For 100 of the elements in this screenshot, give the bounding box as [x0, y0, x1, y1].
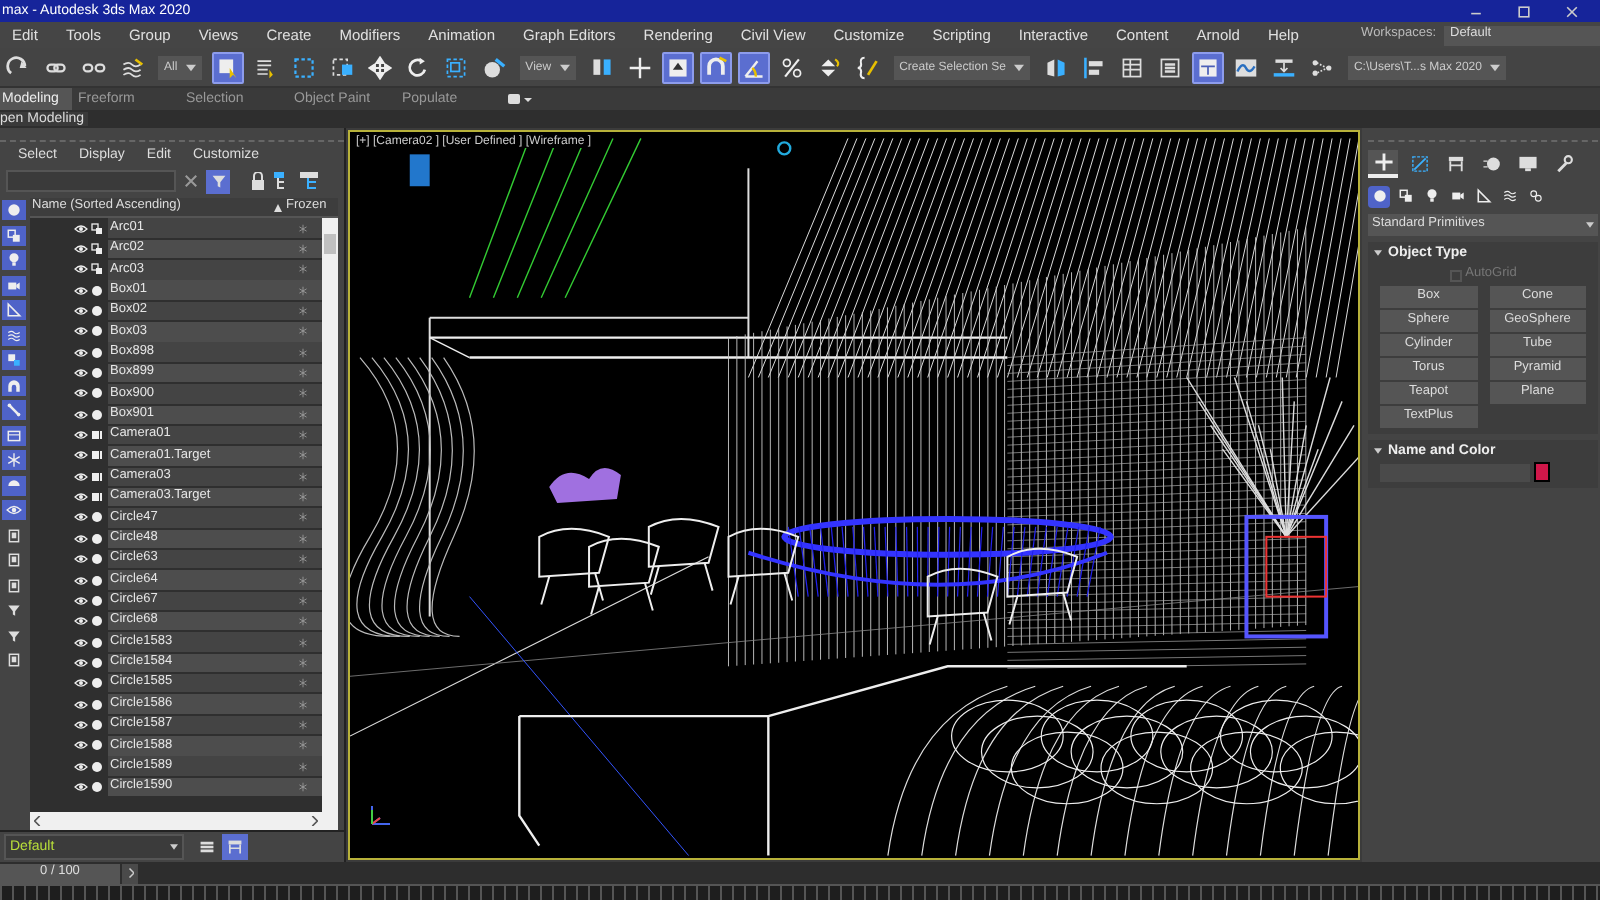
- toolbar-button[interactable]: [737, 51, 770, 83]
- timeline-track[interactable]: [0, 884, 1600, 900]
- eye-icon: [74, 407, 88, 422]
- filter-toggle[interactable]: [2, 625, 26, 645]
- camera-icon: [90, 469, 104, 484]
- eye-icon: [74, 738, 88, 753]
- collapse-arrow-icon[interactable]: [1374, 250, 1382, 256]
- filter-toggle[interactable]: [2, 475, 26, 495]
- filter-button[interactable]: [206, 169, 230, 193]
- sphere-icon: [6, 202, 22, 218]
- arrow-box-icon: [665, 55, 690, 79]
- filter-toggle[interactable]: [2, 300, 26, 320]
- ruler-triangle-icon: [1475, 188, 1491, 204]
- snowflake-icon: [297, 616, 307, 627]
- axis-tripod-icon: [366, 802, 394, 830]
- next-frame-button[interactable]: [122, 863, 138, 883]
- filter-toggle[interactable]: [2, 375, 26, 395]
- filter-toggle[interactable]: [2, 325, 26, 345]
- filter-toggle[interactable]: [2, 350, 26, 370]
- command-tab[interactable]: [1368, 150, 1398, 178]
- hierarchy-icon[interactable]: [300, 172, 318, 190]
- toolbar-button[interactable]: [661, 51, 694, 83]
- snowflake-icon: [297, 554, 307, 565]
- scale-box-icon: [443, 55, 468, 79]
- filter-toggle[interactable]: [2, 450, 26, 470]
- wave-lines-icon: [120, 55, 144, 79]
- toolbar-button[interactable]: [1191, 51, 1224, 83]
- toolbar-button[interactable]: [363, 51, 396, 83]
- clear-icon[interactable]: [184, 174, 198, 188]
- scroll-right-icon[interactable]: [310, 816, 318, 826]
- scrollbar[interactable]: [322, 218, 338, 812]
- light-bulb-icon: [6, 252, 22, 268]
- eye-icon: [74, 221, 88, 236]
- snowflake-icon: [297, 306, 307, 317]
- layers-icon[interactable]: [198, 838, 216, 856]
- eye-icon: [74, 490, 88, 505]
- eye-icon: [74, 531, 88, 546]
- layer-button[interactable]: [222, 834, 248, 860]
- motion-sphere-icon: [1481, 154, 1501, 174]
- grouped-boxes-icon: [6, 352, 22, 368]
- category-button[interactable]: [1524, 185, 1546, 207]
- filter-toggle[interactable]: [2, 500, 26, 520]
- sphere-icon: [1371, 188, 1387, 204]
- maximize-icon[interactable]: [1516, 3, 1532, 19]
- eye-icon: [6, 502, 22, 518]
- category-button[interactable]: [1498, 185, 1520, 207]
- filter-toggle[interactable]: [2, 400, 26, 420]
- category-button[interactable]: [1368, 185, 1390, 207]
- snowflake-icon: [297, 512, 307, 523]
- bone-icon: [6, 402, 22, 418]
- eye-icon: [74, 428, 88, 443]
- snowflake-icon: [297, 740, 307, 751]
- table-grid-icon: [1119, 55, 1144, 79]
- page-icon: [6, 652, 22, 668]
- eye-icon: [74, 635, 88, 650]
- circular-arrow-icon: [405, 55, 430, 79]
- scrollbar[interactable]: [30, 812, 338, 830]
- snowflake-icon: [297, 492, 307, 503]
- wave-lines-icon: [1501, 188, 1517, 204]
- toolbar-button[interactable]: [699, 51, 732, 83]
- lock-icon[interactable]: [250, 172, 266, 190]
- snap-magnet-icon: [703, 55, 728, 79]
- color-swatch[interactable]: [1534, 462, 1550, 482]
- snowflake-icon: [297, 637, 307, 648]
- snowflake-icon: [297, 781, 307, 792]
- crosshair-icon: [627, 55, 652, 79]
- filter-toggle[interactable]: [2, 250, 26, 270]
- eye-icon: [74, 593, 88, 608]
- snowflake-icon: [6, 452, 22, 468]
- search-field[interactable]: [6, 170, 176, 192]
- filter-toggle[interactable]: [2, 600, 26, 620]
- eye-icon: [74, 448, 88, 463]
- collapse-arrow-icon[interactable]: [1374, 448, 1382, 454]
- percent-snap-icon: [779, 55, 804, 79]
- eye-icon: [74, 262, 88, 277]
- four-way-arrow-icon: [367, 55, 392, 79]
- category-button[interactable]: [1472, 185, 1494, 207]
- plus-icon: [1373, 152, 1393, 172]
- stacked-layers-icon: [1157, 55, 1182, 79]
- filter-toggle[interactable]: [2, 275, 26, 295]
- filter-toggle[interactable]: [2, 225, 26, 245]
- snowflake-icon: [297, 657, 307, 668]
- camera-icon: [90, 448, 104, 463]
- ruler-triangle-icon: [6, 302, 22, 318]
- funnel-icon: [209, 172, 227, 190]
- snowflake-icon: [297, 471, 307, 482]
- filter-toggle[interactable]: [2, 200, 26, 220]
- category-button[interactable]: [1394, 185, 1416, 207]
- scroll-left-icon[interactable]: [34, 816, 42, 826]
- ribbon-toggle-icon[interactable]: [508, 93, 532, 105]
- shapes-icon: [1397, 188, 1413, 204]
- snowflake-icon: [297, 368, 307, 379]
- sort-arrow-icon: [274, 203, 282, 211]
- snowflake-icon: [297, 678, 307, 689]
- snowflake-icon: [297, 285, 307, 296]
- hierarchy-table-icon: [226, 838, 244, 856]
- eye-icon: [74, 676, 88, 691]
- close-icon[interactable]: [1564, 3, 1580, 19]
- toolbar-button[interactable]: [211, 51, 244, 83]
- filter-toggle[interactable]: [2, 425, 26, 445]
